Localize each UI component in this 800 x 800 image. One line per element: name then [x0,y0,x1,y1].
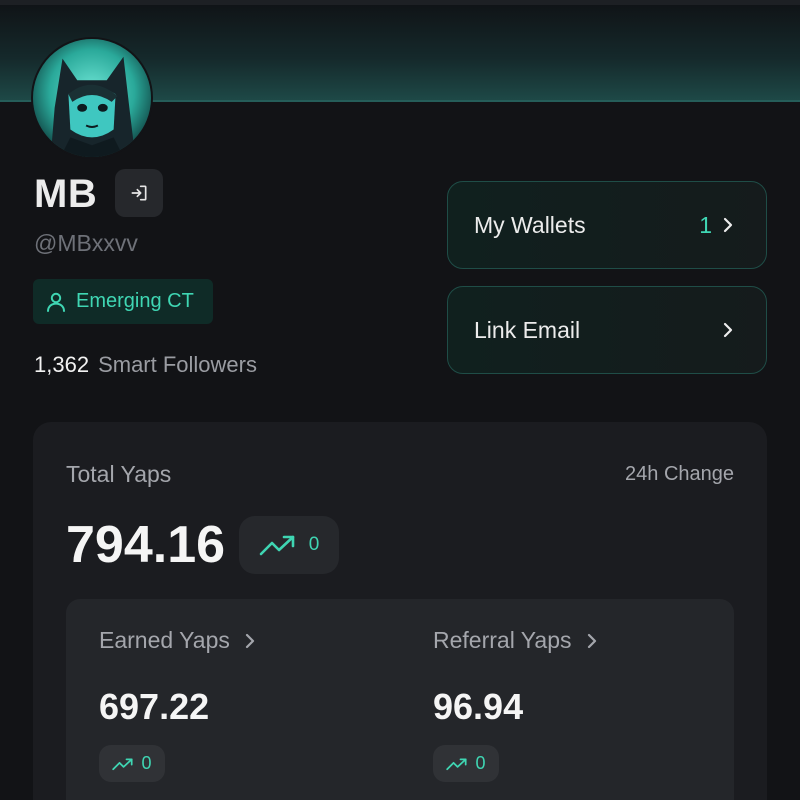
logout-icon [131,185,147,201]
my-wallets-label: My Wallets [474,211,586,238]
profile-name: MB [34,172,98,216]
smart-followers: 1,362 Smart Followers [34,352,257,378]
referral-yaps-link[interactable]: Referral Yaps [433,627,598,654]
total-yaps-label: Total Yaps [66,461,172,487]
referral-yaps-value: 96.94 [433,686,524,727]
yaps-card: Total Yaps 24h Change 794.16 0 Earned Ya… [33,422,767,800]
profile-handle: @MBxxvv [34,230,138,256]
link-email-label: Link Email [474,316,581,343]
link-email-button[interactable]: Link Email [447,286,767,374]
earned-yaps-value: 697.22 [99,686,210,727]
chevron-right-icon [723,217,733,233]
referral-change-badge: 0 [433,745,499,782]
chevron-right-icon [587,633,596,648]
total-yaps-value: 794.16 [66,516,226,574]
avatar-image [33,39,151,157]
wallets-count: 1 [699,211,712,238]
earned-change-value: 0 [141,753,152,773]
trending-up-icon [446,758,468,770]
total-change-value: 0 [308,534,320,555]
chevron-right-icon [245,633,254,648]
chevron-right-icon [723,322,733,338]
logout-button[interactable] [115,169,163,217]
trending-up-icon [112,758,134,770]
trending-up-icon [259,535,295,556]
referral-yaps: Referral Yaps 96.94 0 [433,627,598,782]
followers-label: Smart Followers [98,352,257,377]
earned-yaps-link[interactable]: Earned Yaps [99,627,256,654]
yaps-breakdown: Earned Yaps 697.22 0 Referral Yaps 96.94… [66,599,734,800]
referral-change-value: 0 [475,753,486,773]
change-24h-label: 24h Change [625,463,734,485]
tier-badge: Emerging CT [33,279,213,324]
earned-yaps: Earned Yaps 697.22 0 [99,627,256,782]
followers-count: 1,362 [34,352,90,377]
total-change-badge: 0 [239,516,339,574]
avatar[interactable] [31,37,153,159]
earned-yaps-label: Earned Yaps [99,627,230,653]
my-wallets-button[interactable]: My Wallets 1 [447,181,767,269]
user-icon [47,292,65,312]
earned-change-badge: 0 [99,745,165,782]
referral-yaps-label: Referral Yaps [433,627,572,653]
tier-label: Emerging CT [76,290,194,312]
